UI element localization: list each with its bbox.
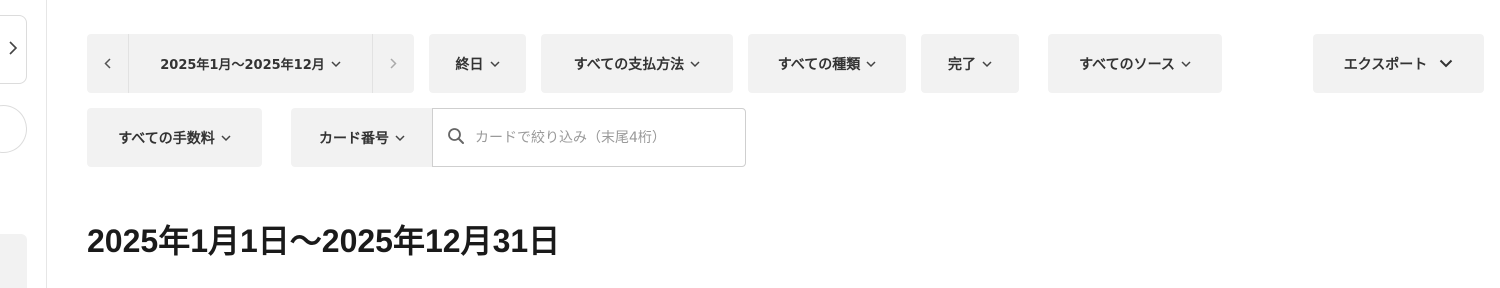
- date-next-button[interactable]: [372, 34, 414, 93]
- source-filter-button[interactable]: すべてのソース: [1048, 34, 1222, 93]
- card-number-dropdown[interactable]: カード番号: [291, 108, 433, 167]
- chevron-down-icon: [395, 134, 405, 142]
- chevron-down-icon: [221, 134, 231, 142]
- source-filter-label: すべてのソース: [1079, 56, 1175, 73]
- fee-filter-button[interactable]: すべての手数料: [87, 108, 262, 167]
- status-filter-button[interactable]: 完了: [921, 34, 1019, 93]
- chevron-down-icon: [1181, 60, 1191, 68]
- chevron-down-icon: [1439, 56, 1453, 72]
- type-filter-button[interactable]: すべての種類: [748, 34, 906, 93]
- chevron-down-icon: [982, 60, 992, 68]
- chevron-right-icon: [390, 54, 397, 73]
- payment-method-label: すべての支払方法: [573, 56, 685, 73]
- chevron-left-icon: [104, 54, 111, 73]
- card-number-label: カード番号: [319, 130, 389, 147]
- time-filter-label: 終日: [455, 56, 484, 73]
- export-button[interactable]: エクスポート: [1313, 34, 1484, 93]
- search-icon: [447, 127, 465, 149]
- date-range-picker: 2025年1月〜2025年12月: [87, 34, 414, 93]
- card-search-input[interactable]: [475, 129, 735, 146]
- chevron-down-icon: [690, 60, 700, 68]
- date-range-label: 2025年1月〜2025年12月: [160, 58, 325, 73]
- chevron-down-icon: [489, 60, 500, 68]
- page-title: 2025年1月1日〜2025年12月31日: [87, 223, 561, 259]
- fee-filter-label: すべての手数料: [118, 130, 215, 147]
- sidebar-toggle-button[interactable]: [0, 15, 27, 84]
- date-prev-button[interactable]: [87, 34, 129, 93]
- type-filter-label: すべての種類: [777, 56, 861, 73]
- payment-method-filter-button[interactable]: すべての支払方法: [541, 34, 733, 93]
- date-range-dropdown[interactable]: 2025年1月〜2025年12月: [129, 34, 372, 93]
- chevron-down-icon: [331, 60, 341, 68]
- rail-avatar-button[interactable]: [0, 105, 27, 153]
- page: 2025年1月〜2025年12月 終日 すべての支払方法 すべての種類 完了 す…: [0, 0, 1500, 288]
- chevron-down-icon: [866, 60, 876, 68]
- left-rail: [0, 0, 47, 288]
- chevron-right-icon: [8, 40, 18, 59]
- card-search-field[interactable]: [432, 108, 746, 167]
- status-filter-label: 完了: [948, 56, 976, 73]
- time-filter-button[interactable]: 終日: [429, 34, 526, 93]
- rail-active-item[interactable]: [0, 234, 27, 288]
- export-label: エクスポート: [1343, 56, 1428, 73]
